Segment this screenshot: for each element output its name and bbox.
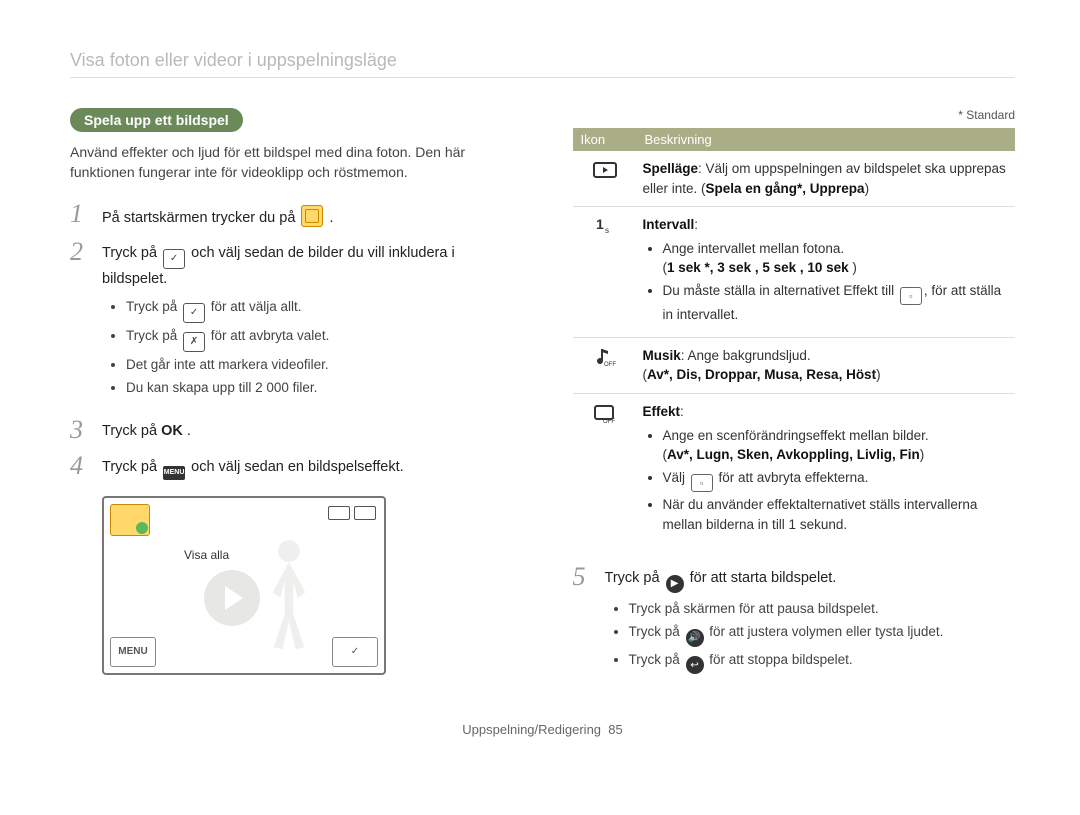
bullet-text: Ange intervallet mellan fotona.: [663, 241, 845, 256]
bullet-text: för att välja allt.: [207, 299, 302, 314]
page-title: Visa foton eller videor i uppspelningslä…: [70, 50, 1015, 78]
row-options: 1 sek *, 3 sek , 5 sek , 10 sek: [667, 260, 852, 275]
thumbnail-icon: [110, 504, 150, 536]
svg-text:OFF: OFF: [604, 362, 616, 368]
visa-alla-label: Visa alla: [184, 548, 229, 562]
intro-text: Använd effekter och ljud för ett bildspe…: [70, 142, 513, 183]
step-text: och välj sedan en bildspelseffekt.: [191, 459, 404, 475]
effect-off-icon: ▫: [691, 474, 713, 492]
bullet-text: När du använder effektalternativet ställ…: [663, 495, 1010, 534]
bullet-text: Tryck på skärmen för att pausa bildspele…: [629, 599, 1016, 619]
th-beskrivning: Beskrivning: [637, 128, 1016, 151]
ok-label: OK: [161, 423, 183, 439]
svg-text:OFF: OFF: [603, 419, 615, 424]
step-number: 4: [70, 453, 90, 479]
row-options: Av*, Dis, Droppar, Musa, Resa, Höst: [647, 367, 876, 382]
row-text: : Ange bakgrundsljud.: [681, 348, 811, 363]
bullet-text: för att avbryta effekterna.: [715, 470, 869, 485]
step-number: 3: [70, 417, 90, 443]
page-footer: Uppspelning/Redigering 85: [70, 722, 1015, 737]
left-column: Spela upp ett bildspel Använd effekter o…: [70, 108, 513, 692]
bullet-text: Tryck på: [126, 328, 181, 343]
interval-icon: 1s: [592, 215, 618, 237]
back-icon: ↩: [686, 656, 704, 674]
bullet-text: Tryck på: [629, 624, 684, 639]
row-options: Av*, Lugn, Sken, Avkoppling, Livlig, Fin: [667, 447, 920, 462]
th-ikon: Ikon: [573, 128, 637, 151]
play-button-icon: [204, 570, 260, 626]
step-text: .: [329, 210, 333, 226]
bullet-text: för att justera volymen eller tysta ljud…: [706, 624, 944, 639]
row-title: Effekt: [643, 404, 681, 419]
step-text: för att starta bildspelet.: [690, 570, 837, 586]
app-icon: [301, 205, 323, 227]
play-icon: ▶: [666, 575, 684, 593]
row-title: Musik: [643, 348, 681, 363]
standard-note: * Standard: [573, 108, 1016, 122]
select-all-icon: ✓: [183, 303, 205, 323]
playmode-icon: [592, 159, 618, 181]
options-table: Ikon Beskrivning Spelläge: Välj om uppsp…: [573, 128, 1016, 546]
menu-icon: MENU: [163, 466, 185, 480]
step-text: Tryck på: [102, 245, 161, 261]
bullet-text: Ange en scenförändringseffekt mellan bil…: [663, 428, 929, 443]
svg-text:s: s: [605, 226, 609, 235]
camera-screenshot: Visa alla MENU ✓: [102, 496, 386, 675]
row-title: Spelläge: [643, 161, 699, 176]
step-text: På startskärmen trycker du på: [102, 210, 299, 226]
bullet-text: Tryck på: [629, 652, 684, 667]
select-icon: ✓: [163, 249, 185, 269]
bullet-text: för att avbryta valet.: [207, 328, 329, 343]
bullet-text: Tryck på: [126, 299, 181, 314]
step-number: 2: [70, 239, 90, 265]
cancel-select-icon: ✗: [183, 332, 205, 352]
menu-button: MENU: [110, 637, 156, 667]
step-number: 1: [70, 201, 90, 227]
section-heading-pill: Spela upp ett bildspel: [70, 108, 243, 132]
volume-icon: 🔊: [686, 629, 704, 647]
storage-indicators: [328, 506, 376, 520]
effect-off-icon: ▫: [900, 287, 922, 305]
bullet-text: Du kan skapa upp till 2 000 filer.: [126, 378, 513, 398]
step-text: Tryck på: [605, 570, 664, 586]
svg-text:1: 1: [596, 216, 604, 232]
bullet-text: Välj: [663, 470, 689, 485]
step-text: Tryck på: [102, 423, 161, 439]
right-column: * Standard Ikon Beskrivning Spelläge: Vä…: [573, 108, 1016, 692]
check-button: ✓: [332, 637, 378, 667]
music-icon: OFF: [592, 346, 618, 368]
step-text: .: [187, 423, 191, 439]
effect-icon: OFF: [592, 402, 618, 424]
bullet-text: för att stoppa bildspelet.: [706, 652, 853, 667]
step-number: 5: [573, 564, 593, 590]
bullet-text: Du måste ställa in alternativet Effekt t…: [663, 283, 898, 298]
row-text: ): [865, 181, 870, 196]
silhouette-figure-icon: [254, 538, 324, 658]
row-title: Intervall: [643, 217, 695, 232]
step-text: Tryck på: [102, 459, 161, 475]
row-options: Spela en gång*, Upprepa: [706, 181, 865, 196]
bullet-text: Det går inte att markera videofiler.: [126, 355, 513, 375]
